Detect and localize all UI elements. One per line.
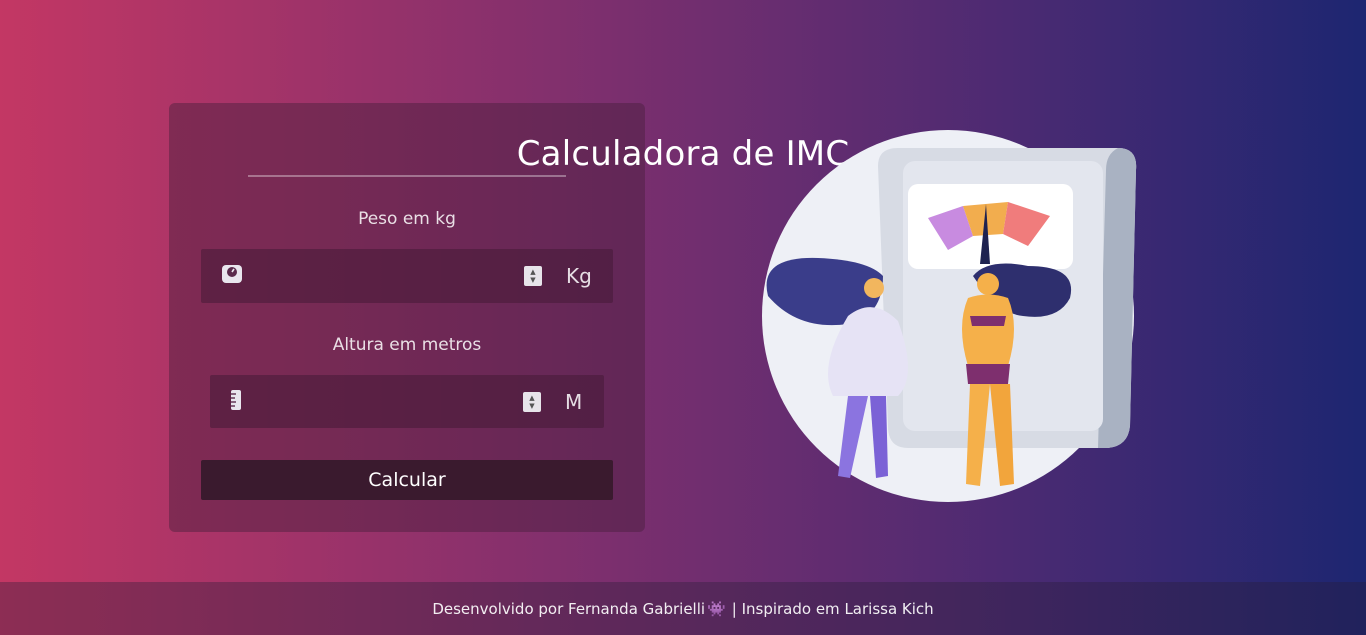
height-field: ▲ ▼ M xyxy=(210,375,604,428)
title-underline xyxy=(248,175,566,177)
scale-icon xyxy=(221,264,243,288)
woman-left-head xyxy=(864,278,884,298)
woman-right-head xyxy=(977,273,999,295)
alien-monster-icon: 👾 xyxy=(707,599,726,618)
height-label: Altura em metros xyxy=(332,335,482,355)
ruler-icon xyxy=(230,389,242,415)
woman-right-torso xyxy=(962,294,1014,366)
height-spinner[interactable]: ▲ ▼ xyxy=(523,391,541,412)
weight-spinner[interactable]: ▲ ▼ xyxy=(524,266,542,286)
weight-input[interactable] xyxy=(257,249,517,303)
spin-down-icon[interactable]: ▼ xyxy=(530,276,535,284)
height-unit: M xyxy=(565,389,583,414)
spin-down-icon[interactable]: ▼ xyxy=(529,402,534,410)
footer-credit: Desenvolvido por Fernanda Gabrielli xyxy=(432,599,706,618)
woman-right-bottom xyxy=(966,364,1010,384)
height-input[interactable] xyxy=(258,375,508,428)
footer-inspiration: | Inspirado em Larissa Kich xyxy=(731,599,934,618)
spin-up-icon[interactable]: ▲ xyxy=(530,268,535,276)
weight-unit: Kg xyxy=(566,264,592,288)
woman-right-top xyxy=(970,316,1006,326)
weight-field: ▲ ▼ Kg xyxy=(201,249,613,303)
page-title: Calculadora de IMC xyxy=(516,134,850,174)
scale-illustration xyxy=(762,130,1137,502)
spin-up-icon[interactable]: ▲ xyxy=(529,394,534,402)
calculate-button[interactable]: Calcular xyxy=(201,460,613,500)
footer: Desenvolvido por Fernanda Gabrielli 👾 | … xyxy=(0,582,1366,635)
weight-label: Peso em kg xyxy=(358,209,456,229)
